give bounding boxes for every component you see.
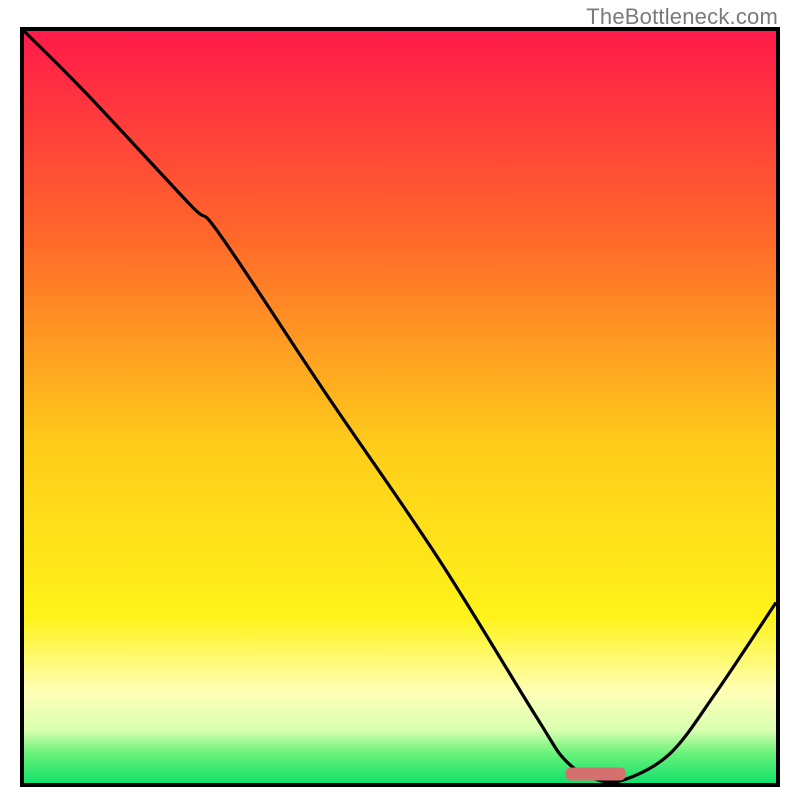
- chart-curve: [24, 31, 776, 783]
- chart-frame: [20, 27, 780, 787]
